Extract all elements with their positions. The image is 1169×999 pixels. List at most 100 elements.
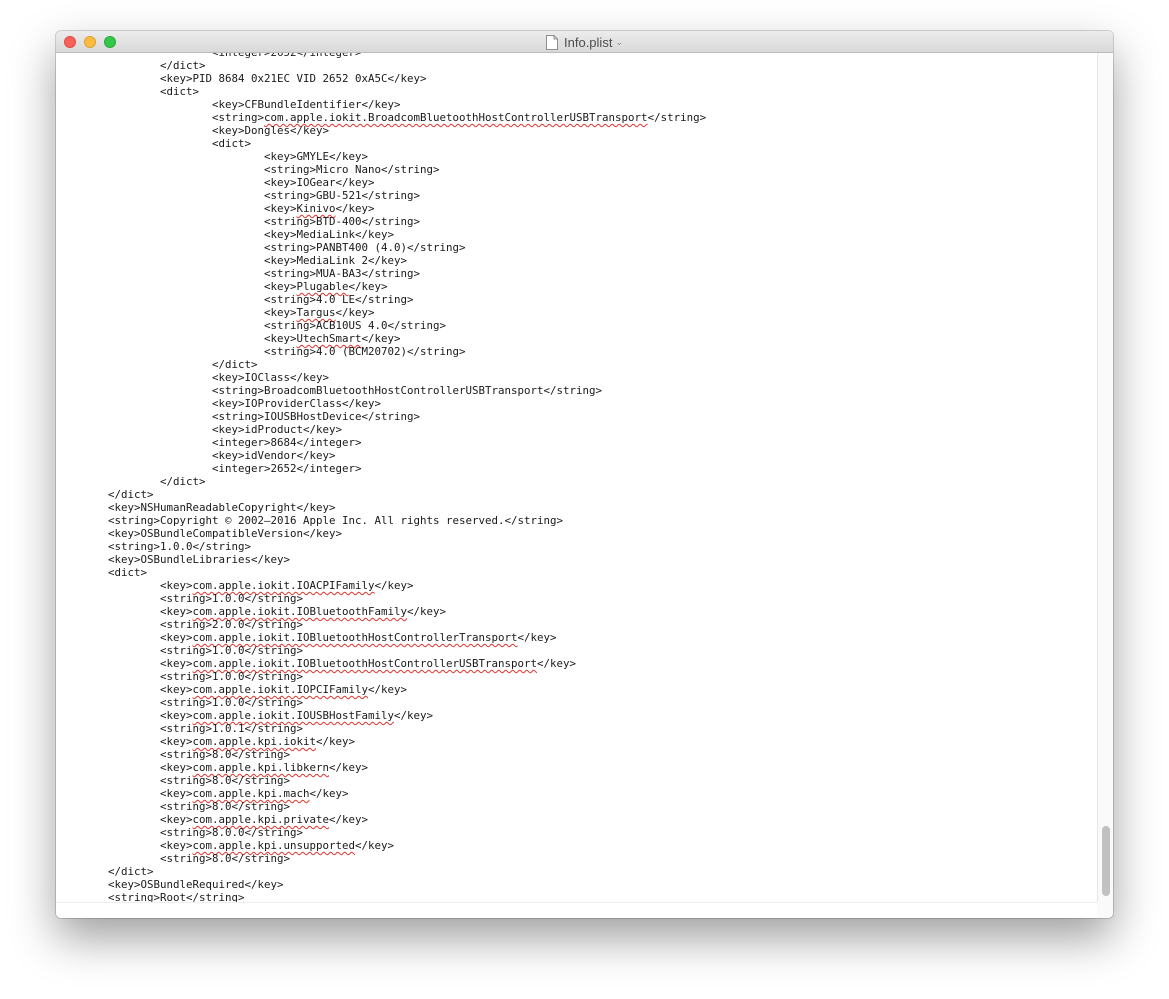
chevron-down-icon[interactable]: ⌄ bbox=[615, 37, 623, 48]
code-line[interactable]: <key>Targus</key> bbox=[56, 306, 706, 319]
code-line[interactable]: <key>com.apple.iokit.IOBluetoothHostCont… bbox=[56, 657, 706, 670]
code-segment: </key> bbox=[355, 839, 395, 852]
code-line[interactable]: <string>BTD-400</string> bbox=[56, 215, 706, 228]
code-segment: <string>1.0.0</string> bbox=[56, 644, 304, 657]
code-line[interactable]: <string>1.0.0</string> bbox=[56, 592, 706, 605]
code-line[interactable]: <key>OSBundleCompatibleVersion</key> bbox=[56, 527, 706, 540]
code-line[interactable]: </dict> bbox=[56, 488, 706, 501]
code-segment: </key> bbox=[407, 605, 447, 618]
code-line[interactable]: <dict> bbox=[56, 566, 706, 579]
code-segment: <string> bbox=[56, 111, 265, 124]
code-line[interactable]: </dict> bbox=[56, 475, 706, 488]
code-line[interactable]: <string>8.0</string> bbox=[56, 800, 706, 813]
code-line[interactable]: <string>8.0</string> bbox=[56, 748, 706, 761]
code-segment: <key>CFBundleIdentifier</key> bbox=[56, 98, 401, 111]
code-line[interactable]: <string>PANBT400 (4.0)</string> bbox=[56, 241, 706, 254]
code-segment: <string>BTD-400</string> bbox=[56, 215, 421, 228]
code-line[interactable]: <key>com.apple.iokit.IOBluetoothHostCont… bbox=[56, 631, 706, 644]
code-line[interactable]: </dict> bbox=[56, 865, 706, 878]
code-line[interactable]: <string>IOUSBHostDevice</string> bbox=[56, 410, 706, 423]
code-line[interactable]: <key>com.apple.iokit.IOPCIFamily</key> bbox=[56, 683, 706, 696]
horizontal-scrollbar[interactable] bbox=[56, 902, 1097, 918]
code-line[interactable]: <key>com.apple.iokit.IOUSBHostFamily</ke… bbox=[56, 709, 706, 722]
vertical-scrollbar[interactable] bbox=[1097, 53, 1113, 902]
code-segment: <string>8.0</string> bbox=[56, 852, 291, 865]
code-line[interactable]: <string>8.0</string> bbox=[56, 852, 706, 865]
code-line[interactable]: </dict> bbox=[56, 358, 706, 371]
code-line[interactable]: <string>1.0.0</string> bbox=[56, 540, 706, 553]
code-line[interactable]: <integer>8684</integer> bbox=[56, 436, 706, 449]
code-line[interactable]: <key>com.apple.kpi.libkern</key> bbox=[56, 761, 706, 774]
code-line[interactable]: <integer>2652</integer> bbox=[56, 462, 706, 475]
document-icon bbox=[546, 34, 559, 50]
code-line[interactable]: <string>4.0 (BCM20702)</string> bbox=[56, 345, 706, 358]
window-title-area[interactable]: Info.plist ⌄ bbox=[56, 31, 1113, 53]
code-line[interactable]: <dict> bbox=[56, 85, 706, 98]
code-line[interactable]: <key>com.apple.kpi.private</key> bbox=[56, 813, 706, 826]
code-line[interactable]: <string>1.0.1</string> bbox=[56, 722, 706, 735]
code-line[interactable]: <key>MediaLink 2</key> bbox=[56, 254, 706, 267]
code-line[interactable]: <string>8.0</string> bbox=[56, 774, 706, 787]
text-editor-area[interactable]: <integer>2652</integer> </dict> <key>PID… bbox=[56, 53, 1097, 902]
code-text[interactable]: <integer>2652</integer> </dict> <key>PID… bbox=[56, 53, 706, 902]
code-line[interactable]: <key>com.apple.iokit.IOACPIFamily</key> bbox=[56, 579, 706, 592]
code-segment: <string>MUA-BA3</string> bbox=[56, 267, 421, 280]
code-segment: <integer>8684</integer> bbox=[56, 436, 362, 449]
code-line[interactable]: <key>com.apple.kpi.mach</key> bbox=[56, 787, 706, 800]
code-segment: </key> bbox=[335, 202, 375, 215]
code-line[interactable]: <key>idProduct</key> bbox=[56, 423, 706, 436]
scrollbar-thumb[interactable] bbox=[1102, 826, 1110, 896]
code-line[interactable]: <key>idVendor</key> bbox=[56, 449, 706, 462]
code-line[interactable]: <string>Root</string> bbox=[56, 891, 706, 902]
code-line[interactable]: <key>Kinivo</key> bbox=[56, 202, 706, 215]
code-line[interactable]: <string>1.0.0</string> bbox=[56, 644, 706, 657]
code-segment: <key> bbox=[56, 579, 193, 592]
code-segment: </key> bbox=[537, 657, 577, 670]
code-line[interactable]: <string>1.0.0</string> bbox=[56, 696, 706, 709]
code-line[interactable]: <key>IOGear</key> bbox=[56, 176, 706, 189]
code-segment: <string>8.0</string> bbox=[56, 774, 291, 787]
title-bar[interactable]: Info.plist ⌄ bbox=[56, 31, 1113, 53]
code-line[interactable]: <key>OSBundleRequired</key> bbox=[56, 878, 706, 891]
code-line[interactable]: <string>2.0.0</string> bbox=[56, 618, 706, 631]
code-line[interactable]: <string>1.0.0</string> bbox=[56, 670, 706, 683]
code-segment: <dict> bbox=[56, 85, 200, 98]
code-line[interactable]: <key>PID 8684 0x21EC VID 2652 0xA5C</key… bbox=[56, 72, 706, 85]
code-line[interactable]: <string>BroadcomBluetoothHostControllerU… bbox=[56, 384, 706, 397]
code-line[interactable]: <key>com.apple.kpi.unsupported</key> bbox=[56, 839, 706, 852]
code-line[interactable]: <string>GBU-521</string> bbox=[56, 189, 706, 202]
code-line[interactable]: <string>Micro Nano</string> bbox=[56, 163, 706, 176]
code-segment: <key> bbox=[56, 332, 297, 345]
code-line[interactable]: <key>IOProviderClass</key> bbox=[56, 397, 706, 410]
code-line[interactable]: <key>UtechSmart</key> bbox=[56, 332, 706, 345]
code-segment: <key>IOGear</key> bbox=[56, 176, 375, 189]
code-line[interactable]: <key>IOClass</key> bbox=[56, 371, 706, 384]
code-segment: </key> bbox=[309, 787, 349, 800]
text-editor-window: Info.plist ⌄ <integer>2652</integer> </d… bbox=[56, 31, 1113, 918]
code-line[interactable]: <string>8.0.0</string> bbox=[56, 826, 706, 839]
code-segment: <key>OSBundleCompatibleVersion</key> bbox=[56, 527, 343, 540]
scroll-corner bbox=[1097, 902, 1113, 918]
code-line[interactable]: <key>Dongles</key> bbox=[56, 124, 706, 137]
code-segment: <key> bbox=[56, 280, 297, 293]
misspelled-text: com.apple.iokit.BroadcomBluetoothHostCon… bbox=[264, 111, 648, 124]
code-line[interactable]: <string>com.apple.iokit.BroadcomBluetoot… bbox=[56, 111, 706, 124]
code-line[interactable]: <string>Copyright © 2002–2016 Apple Inc.… bbox=[56, 514, 706, 527]
code-segment: <string>Root</string> bbox=[56, 891, 245, 902]
code-line[interactable]: <key>MediaLink</key> bbox=[56, 228, 706, 241]
code-line[interactable]: <key>OSBundleLibraries</key> bbox=[56, 553, 706, 566]
code-line[interactable]: <key>com.apple.iokit.IOBluetoothFamily</… bbox=[56, 605, 706, 618]
code-line[interactable]: <key>com.apple.kpi.iokit</key> bbox=[56, 735, 706, 748]
code-line[interactable]: <key>GMYLE</key> bbox=[56, 150, 706, 163]
code-line[interactable]: <dict> bbox=[56, 137, 706, 150]
code-line[interactable]: <key>CFBundleIdentifier</key> bbox=[56, 98, 706, 111]
code-line[interactable]: <key>Plugable</key> bbox=[56, 280, 706, 293]
code-segment: <key>MediaLink 2</key> bbox=[56, 254, 408, 267]
code-line[interactable]: <string>MUA-BA3</string> bbox=[56, 267, 706, 280]
code-segment: <key> bbox=[56, 605, 193, 618]
code-line[interactable]: <key>NSHumanReadableCopyright</key> bbox=[56, 501, 706, 514]
code-line[interactable]: </dict> bbox=[56, 59, 706, 72]
code-line[interactable]: <string>ACB10US 4.0</string> bbox=[56, 319, 706, 332]
code-line[interactable]: <string>4.0 LE</string> bbox=[56, 293, 706, 306]
code-segment: <string>2.0.0</string> bbox=[56, 618, 304, 631]
